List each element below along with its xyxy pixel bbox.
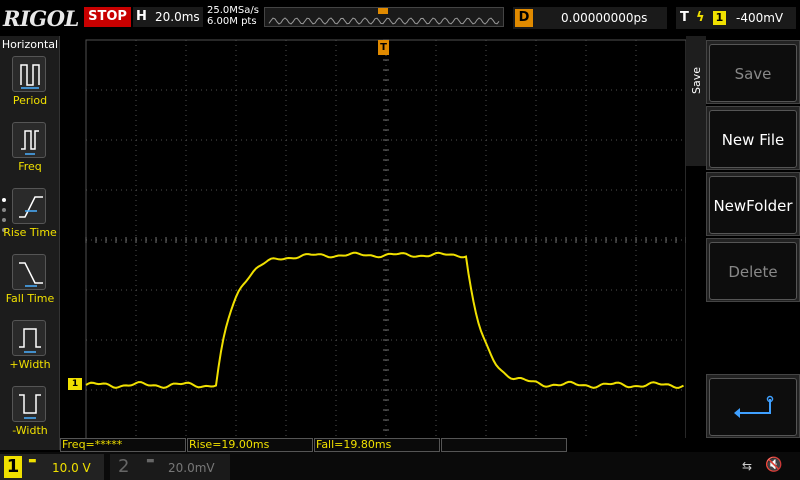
- top-status-bar: RIGOL STOP H 20.0ms 25.0MSa/s 6.00M pts …: [0, 0, 800, 36]
- trigger-source: 1: [713, 11, 726, 25]
- channel-1-bandwidth-icon: ▬: [28, 456, 37, 466]
- speaker-muted-icon[interactable]: 🔇: [765, 457, 782, 473]
- trigger-display[interactable]: T ϟ 1 -400mV: [676, 7, 796, 29]
- waveform-display[interactable]: [85, 39, 687, 441]
- usb-icon: ⇆: [742, 459, 753, 473]
- save-button-label: Save: [709, 44, 797, 102]
- empty-result-slot: [441, 438, 567, 452]
- save-menu-title: Save: [690, 66, 703, 94]
- rise-result[interactable]: Rise=19.00ms: [187, 438, 313, 452]
- channel-2-scale: 20.0mV: [168, 461, 215, 475]
- trigger-level: -400mV: [736, 11, 784, 25]
- delete-button[interactable]: Delete: [706, 238, 800, 302]
- save-menu-tab: Save: [686, 36, 706, 166]
- measure-positive-width-button[interactable]: +Width: [0, 320, 60, 386]
- ch1-ground-marker[interactable]: 1: [68, 378, 82, 390]
- timeline-trigger-icon: [378, 8, 388, 14]
- menu-title: Horizontal: [1, 38, 59, 51]
- enter-button[interactable]: [706, 374, 800, 438]
- freq-label: Freq: [18, 160, 42, 173]
- freq-result[interactable]: Freq=*****: [60, 438, 186, 452]
- save-button[interactable]: Save: [706, 40, 800, 104]
- negative-width-icon: [12, 386, 46, 422]
- ch1-ground-label: 1: [71, 379, 79, 389]
- channel-status-bar: 1 ▬ 10.0 V 2 ▬ 20.0mV ⇆ 🔇: [0, 452, 800, 480]
- measure-fall-time-button[interactable]: Fall Time: [0, 254, 60, 320]
- period-label: Period: [12, 94, 48, 107]
- rigol-logo: RIGOL: [3, 6, 79, 31]
- memory-timeline[interactable]: [264, 7, 504, 27]
- rise-time-label: Rise Time: [3, 226, 57, 239]
- graticule: [85, 39, 687, 441]
- enter-return-icon: [734, 395, 774, 418]
- timeline-waveform-icon: [268, 8, 500, 25]
- measure-rise-time-button[interactable]: Rise Time: [0, 188, 60, 254]
- measurement-results-bar: Freq=***** Rise=19.00ms Fall=19.80ms: [60, 438, 686, 452]
- fall-result[interactable]: Fall=19.80ms: [314, 438, 440, 452]
- delay-key: D: [515, 9, 533, 27]
- new-file-button[interactable]: New File: [706, 106, 800, 170]
- delay-value: 0.00000000ps: [561, 11, 648, 25]
- channel-1-scale: 10.0 V: [52, 461, 91, 475]
- trigger-position-marker[interactable]: T: [378, 40, 389, 55]
- rise-time-icon: [12, 188, 46, 224]
- delay-display[interactable]: D 0.00000000ps: [513, 7, 667, 29]
- new-folder-button[interactable]: NewFolder: [706, 172, 800, 236]
- channel-1-number: 1: [4, 456, 22, 478]
- period-icon: [12, 56, 46, 92]
- horizontal-timebase[interactable]: H 20.0ms: [133, 7, 203, 27]
- trigger-key: T: [680, 10, 689, 25]
- measure-freq-button[interactable]: Freq: [0, 122, 60, 188]
- rising-edge-icon: ϟ: [696, 10, 705, 25]
- acquisition-info: 25.0MSa/s 6.00M pts: [207, 5, 259, 27]
- fall-time-icon: [12, 254, 46, 290]
- channel-2-number: 2: [118, 456, 130, 477]
- new-folder-button-label: NewFolder: [709, 176, 797, 234]
- freq-icon: [12, 122, 46, 158]
- positive-width-icon: [12, 320, 46, 356]
- channel-2-bandwidth-icon: ▬: [146, 456, 155, 466]
- timebase-value: 20.0ms: [155, 10, 200, 24]
- horizontal-key: H: [136, 9, 147, 24]
- measure-negative-width-button[interactable]: -Width: [0, 386, 60, 452]
- positive-width-label: +Width: [9, 358, 51, 371]
- channel-1-status[interactable]: 1 ▬ 10.0 V: [0, 454, 104, 480]
- fall-time-label: Fall Time: [5, 292, 55, 305]
- trigger-position-label: T: [380, 42, 387, 53]
- run-stop-status[interactable]: STOP: [84, 7, 131, 27]
- enter-button-inner: [709, 378, 797, 436]
- negative-width-label: -Width: [12, 424, 48, 437]
- delete-button-label: Delete: [709, 242, 797, 300]
- sample-rate: 25.0MSa/s: [207, 5, 259, 16]
- measure-period-button[interactable]: Period: [0, 56, 60, 122]
- channel-2-status[interactable]: 2 ▬ 20.0mV: [110, 454, 230, 480]
- new-file-button-label: New File: [709, 110, 797, 168]
- save-menu-panel: Save Save New File NewFolder Delete: [686, 36, 800, 450]
- memory-depth: 6.00M pts: [207, 16, 257, 27]
- measure-menu-panel: Horizontal Period Freq Rise Time Fall Ti…: [0, 36, 60, 450]
